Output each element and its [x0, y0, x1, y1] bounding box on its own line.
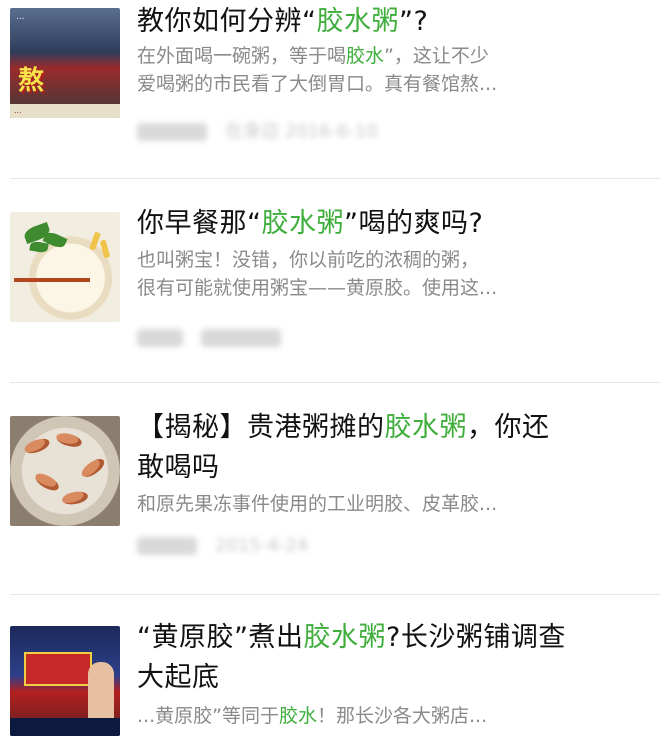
article-thumbnail[interactable]: ... 熬 ... [10, 8, 120, 118]
article-snippet: 也叫粥宝！没错，你以前吃的浓稠的粥， 很有可能就使用粥宝——黄原胶。使用这... [137, 249, 498, 299]
thumbnail-caption: ... [10, 104, 120, 118]
article-snippet: 和原先果冻事件使用的工业明胶、皮革胶... [137, 493, 498, 515]
article-meta: 在身边 2016-6-10 [137, 118, 378, 146]
article-title[interactable]: 教你如何分辨“胶水粥”? [137, 2, 647, 42]
list-item[interactable]: ... 熬 ... 教你如何分辨“胶水粥”? 在外面喝一碗粥，等于喝胶水”，这让… [0, 0, 671, 180]
article-title[interactable]: “黄原胶”煮出胶水粥?长沙粥铺调查 大起底 [137, 618, 647, 698]
article-title[interactable]: 【揭秘】贵港粥摊的胶水粥，你还 敢喝吗 [137, 408, 647, 488]
divider [10, 382, 661, 383]
article-thumbnail[interactable] [10, 626, 120, 736]
article-snippet: 在外面喝一碗粥，等于喝胶水”，这让不少 爱喝粥的市民看了大倒胃口。真有餐馆熬..… [137, 45, 498, 95]
article-thumbnail[interactable] [10, 416, 120, 526]
article-title[interactable]: 你早餐那“胶水粥”喝的爽吗? [137, 204, 647, 244]
list-item[interactable]: “黄原胶”煮出胶水粥?长沙粥铺调查 大起底 ...黄原胶”等同于胶水！那长沙各大… [0, 606, 671, 737]
thumbnail-caption [14, 278, 90, 282]
thumbnail-text: ... [16, 12, 25, 22]
divider [10, 178, 661, 179]
article-feed: ... 熬 ... 教你如何分辨“胶水粥”? 在外面喝一碗粥，等于喝胶水”，这让… [0, 0, 671, 737]
article-thumbnail[interactable] [10, 212, 120, 322]
list-item[interactable]: 你早餐那“胶水粥”喝的爽吗? 也叫粥宝！没错，你以前吃的浓稠的粥， 很有可能就使… [0, 192, 671, 382]
article-meta [137, 324, 281, 352]
article-snippet: ...黄原胶”等同于胶水！那长沙各大粥店... [137, 705, 488, 727]
list-item[interactable]: 【揭秘】贵港粥摊的胶水粥，你还 敢喝吗 和原先果冻事件使用的工业明胶、皮革胶..… [0, 394, 671, 586]
thumbnail-text: 熬 [18, 66, 45, 96]
article-meta: 2015-4-24 [137, 532, 308, 560]
divider [10, 594, 661, 595]
